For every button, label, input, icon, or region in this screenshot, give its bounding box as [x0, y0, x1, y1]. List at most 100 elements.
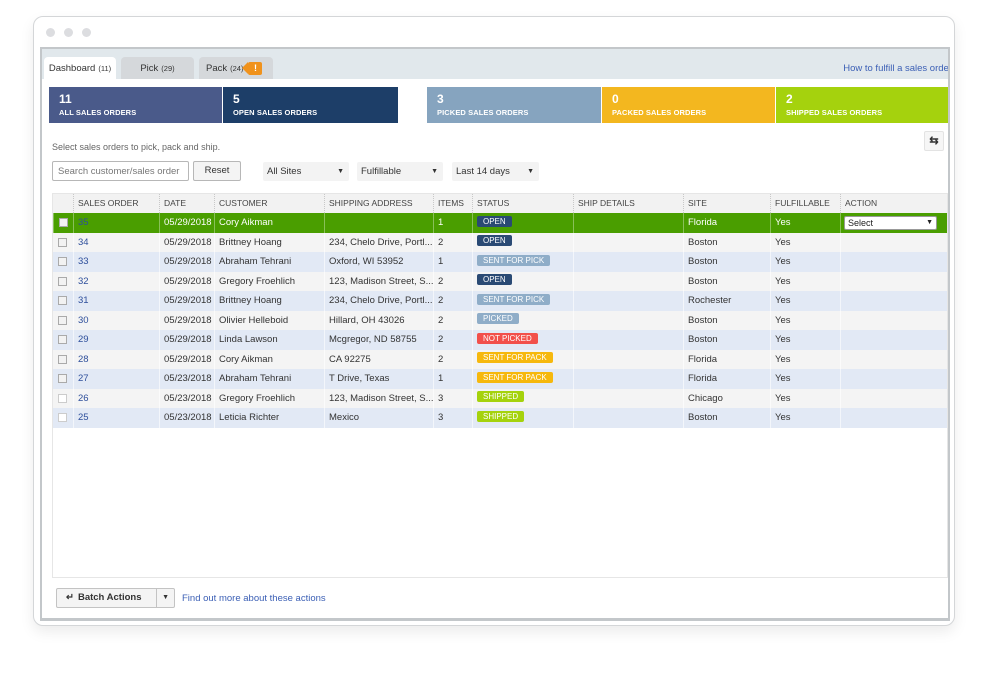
sales-order-link[interactable]: 31: [73, 291, 159, 311]
summary-packed-orders[interactable]: 0 PACKED SALES ORDERS: [602, 87, 775, 123]
row-checkbox[interactable]: [59, 218, 68, 227]
reset-button[interactable]: Reset: [193, 161, 241, 181]
window-minimize-dot[interactable]: [64, 28, 73, 37]
refresh-button[interactable]: ⇆: [924, 131, 944, 151]
table-row[interactable]: 34 05/29/2018 Brittney Hoang 234, Chelo Dri…: [53, 232, 947, 252]
sales-order-link[interactable]: 28: [73, 349, 159, 369]
site-cell: Rochester: [683, 291, 770, 311]
customer-cell: Brittney Hoang: [214, 291, 324, 311]
table-row[interactable]: 33 05/29/2018 Abraham Tehrani Oxford, WI 53…: [53, 252, 947, 272]
summary-all-orders[interactable]: 11 ALL SALES ORDERS: [49, 87, 222, 123]
site-filter-select[interactable]: All Sites ▼: [263, 162, 349, 181]
date-cell: 05/23/2018: [159, 369, 214, 389]
fulfillable-cell: Yes: [770, 388, 840, 408]
tab-count: (11): [98, 63, 112, 73]
sales-order-link[interactable]: 27: [73, 369, 159, 389]
tab-dashboard[interactable]: Dashboard (11): [44, 57, 116, 79]
select-value: All Sites: [267, 166, 302, 177]
site-cell: Boston: [683, 232, 770, 252]
status-badge: NOT PICKED: [477, 332, 538, 344]
batch-actions-help-link[interactable]: Find out more about these actions: [182, 593, 326, 604]
table-row[interactable]: 28 05/29/2018 Cory Aikman CA 92275 2 SENT FOR…: [53, 349, 947, 369]
sales-order-link[interactable]: 30: [73, 310, 159, 330]
row-checkbox[interactable]: [58, 257, 67, 266]
batch-actions-main[interactable]: ↵ Batch Actions: [57, 589, 158, 607]
table-row[interactable]: 30 05/29/2018 Olivier Helleboid Hillard, OH…: [53, 310, 948, 330]
site-cell: Boston: [683, 271, 770, 291]
row-checkbox[interactable]: [58, 393, 67, 403]
sales-order-link[interactable]: 25: [73, 408, 159, 428]
sales-order-link[interactable]: 29: [73, 330, 159, 350]
sales-orders-table: SALES ORDER DATE CUSTOMER SHIPPING ADDRESS I…: [52, 193, 948, 578]
status-cell: OPEN: [472, 213, 573, 233]
summary-open-orders[interactable]: 5 OPEN SALES ORDERS: [223, 87, 398, 123]
row-checkbox[interactable]: [58, 354, 67, 364]
sales-order-link[interactable]: 35: [73, 213, 159, 233]
column-header[interactable]: STATUS: [472, 194, 573, 213]
table-row[interactable]: 35 05/29/2018 Cory Aikman 1 OPEN Florida Yes Se…: [53, 213, 947, 233]
table-row[interactable]: 26 05/23/2018 Gregory Froehlich 123, Madiso…: [53, 388, 947, 409]
items-cell: 2: [433, 271, 472, 291]
date-range-select[interactable]: Last 14 days ▼: [452, 162, 539, 181]
tab-pack[interactable]: Pack (24) !: [199, 57, 273, 79]
column-header[interactable]: CUSTOMER: [214, 194, 324, 213]
row-checkbox-cell: [53, 389, 73, 409]
column-header[interactable]: ITEMS: [433, 194, 472, 213]
column-header[interactable]: FULFILLABLE: [770, 194, 840, 213]
ship-cell: [573, 252, 683, 272]
row-checkbox[interactable]: [58, 315, 67, 325]
address-cell: [324, 213, 433, 233]
window-close-dot[interactable]: [46, 28, 55, 37]
batch-actions-dropdown[interactable]: ▼: [157, 589, 174, 607]
table-row[interactable]: 27 05/23/2018 Abraham Tehrani T Drive, Texa…: [53, 369, 947, 389]
column-header[interactable]: DATE: [159, 194, 214, 213]
table-row[interactable]: 31 05/29/2018 Brittney Hoang 234, Chelo Dri…: [53, 291, 947, 311]
summary-label: PICKED SALES ORDERS: [437, 108, 529, 117]
row-checkbox[interactable]: [58, 374, 67, 383]
address-cell: CA 92275: [324, 349, 433, 369]
fulfillable-cell: Yes: [770, 252, 840, 272]
search-input[interactable]: [52, 161, 189, 181]
sales-order-link[interactable]: 34: [73, 232, 159, 252]
sales-order-link[interactable]: 33: [73, 252, 159, 272]
column-header[interactable]: SITE: [683, 194, 770, 213]
column-header[interactable]: SALES ORDER: [73, 194, 159, 213]
column-header[interactable]: SHIP DETAILS: [573, 194, 683, 213]
ship-cell: [573, 291, 683, 311]
tab-pick[interactable]: Pick (29): [121, 57, 194, 79]
date-cell: 05/29/2018: [159, 310, 214, 330]
row-checkbox[interactable]: [58, 296, 67, 305]
status-cell: SENT FOR PICK: [472, 252, 573, 272]
caret-down-icon: ▼: [527, 168, 534, 175]
sales-order-link[interactable]: 26: [73, 388, 159, 408]
table-header: SALES ORDER DATE CUSTOMER SHIPPING ADDRESS I…: [53, 194, 947, 213]
row-checkbox[interactable]: [58, 276, 67, 286]
window-maximize-dot[interactable]: [82, 28, 91, 37]
summary-shipped-orders[interactable]: 2 SHIPPED SALES ORDERS: [776, 87, 948, 123]
sales-order-link[interactable]: 32: [73, 271, 159, 291]
date-cell: 05/29/2018: [159, 252, 214, 272]
help-link[interactable]: How to fulfill a sales order: [843, 63, 948, 74]
action-select[interactable]: Select ▼: [844, 216, 937, 230]
summary-value: 2: [786, 92, 793, 106]
column-header[interactable]: SHIPPING ADDRESS: [324, 194, 433, 213]
table-row[interactable]: 25 05/23/2018 Leticia Richter Mexico 3 SHIPPE…: [53, 408, 947, 428]
row-checkbox[interactable]: [58, 413, 67, 422]
status-badge: SENT FOR PICK: [477, 254, 551, 266]
row-checkbox[interactable]: [58, 237, 67, 247]
status-cell: OPEN: [472, 232, 573, 252]
table-row[interactable]: 29 05/29/2018 Linda Lawson Mcgregor, ND 587…: [53, 330, 947, 350]
column-header: [53, 194, 73, 213]
batch-actions-button[interactable]: ↵ Batch Actions ▼: [56, 588, 175, 608]
customer-cell: Abraham Tehrani: [214, 252, 324, 272]
column-header[interactable]: ACTION: [840, 194, 948, 213]
action-cell: [840, 310, 948, 330]
date-cell: 05/23/2018: [159, 388, 214, 408]
table-row[interactable]: 32 05/29/2018 Gregory Froehlich 123, Madiso…: [53, 271, 947, 291]
action-cell: [840, 369, 948, 389]
status-badge: PICKED: [477, 313, 519, 325]
row-checkbox[interactable]: [58, 335, 67, 344]
summary-picked-orders[interactable]: 3 PICKED SALES ORDERS: [427, 87, 601, 123]
fulfillable-filter-select[interactable]: Fulfillable ▼: [357, 162, 443, 181]
ship-cell: [573, 388, 683, 408]
